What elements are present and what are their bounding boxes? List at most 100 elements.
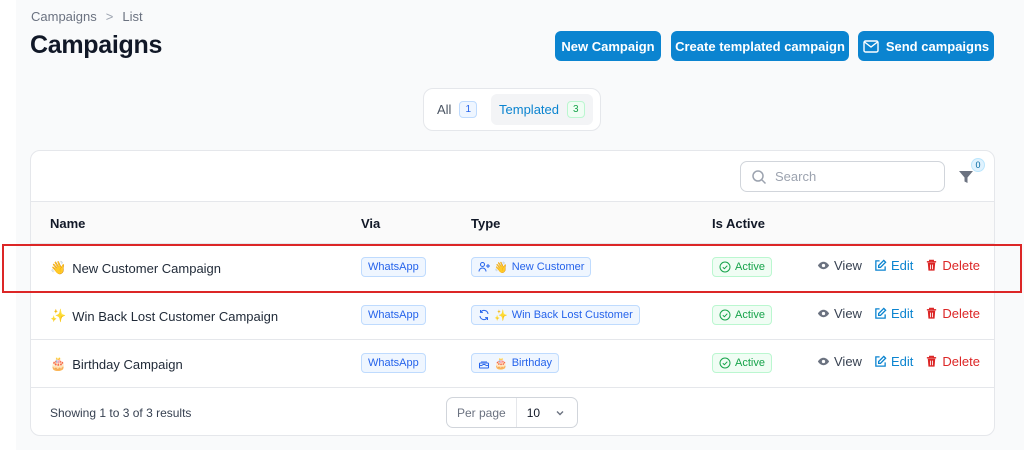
- pagination-summary: Showing 1 to 3 of 3 results: [50, 406, 192, 420]
- tab-all[interactable]: All 1: [429, 94, 485, 125]
- page-title: Campaigns: [30, 31, 163, 59]
- view-label: View: [834, 354, 862, 369]
- filter-button[interactable]: 0: [956, 158, 985, 187]
- status-badge: Active: [712, 257, 772, 277]
- edit-label: Edit: [890, 354, 914, 369]
- status-label: Active: [735, 357, 765, 369]
- eye-icon: [817, 309, 830, 318]
- per-page-select[interactable]: Per page 10: [446, 397, 578, 428]
- create-templated-campaign-button[interactable]: Create templated campaign: [671, 31, 849, 61]
- type-emoji: 🎂: [494, 357, 508, 370]
- send-campaigns-label: Send campaigns: [885, 38, 990, 54]
- via-badge: WhatsApp: [361, 353, 426, 373]
- column-header-name[interactable]: Name: [50, 216, 85, 231]
- edit-label: Edit: [890, 258, 914, 273]
- column-header-via[interactable]: Via: [361, 216, 380, 231]
- campaign-name-cell: ✨ Win Back Lost Customer Campaign: [50, 308, 278, 324]
- table-header: Name Via Type Is Active: [31, 202, 994, 244]
- search-icon: [752, 169, 767, 184]
- view-label: View: [834, 258, 862, 273]
- edit-button[interactable]: Edit: [874, 306, 913, 321]
- trash-icon: [927, 307, 937, 319]
- table-row: 👋 New Customer Campaign WhatsApp 👋 New C…: [31, 244, 994, 292]
- campaign-name: New Customer Campaign: [72, 260, 222, 276]
- refresh-icon: [479, 309, 489, 321]
- tab-templated-label: Templated: [499, 102, 559, 117]
- edit-button[interactable]: Edit: [874, 354, 913, 369]
- type-emoji: ✨: [494, 309, 508, 322]
- search-input[interactable]: [775, 169, 925, 184]
- filter-count-badge: 0: [971, 158, 985, 172]
- send-campaigns-button[interactable]: Send campaigns: [858, 31, 994, 61]
- table-toolbar: 0: [31, 151, 994, 202]
- type-badge: 🎂 Birthday: [471, 353, 560, 373]
- status-label: Active: [735, 309, 765, 321]
- type-badge: ✨ Win Back Lost Customer: [471, 305, 640, 325]
- row-actions: View Edit Delete: [817, 354, 980, 369]
- tab-templated[interactable]: Templated 3: [491, 94, 593, 125]
- funnel-icon: [959, 171, 973, 183]
- campaign-name-cell: 👋 New Customer Campaign: [50, 260, 221, 276]
- campaigns-table-card: 0 Name Via Type Is Active 👋 New Customer…: [30, 150, 995, 436]
- delete-button[interactable]: Delete: [925, 258, 980, 273]
- view-button[interactable]: View: [817, 354, 862, 369]
- tab-all-label: All: [437, 102, 452, 117]
- new-campaign-button[interactable]: New Campaign: [555, 31, 661, 61]
- table-row: 🎂 Birthday Campaign WhatsApp 🎂 Birthday …: [31, 340, 994, 388]
- delete-label: Delete: [942, 354, 980, 369]
- campaign-emoji: 👋: [50, 260, 67, 275]
- check-circle-icon: [719, 357, 731, 369]
- column-header-is-active[interactable]: Is Active: [712, 216, 765, 231]
- table-row: ✨ Win Back Lost Customer Campaign WhatsA…: [31, 292, 994, 340]
- campaign-name: Birthday Campaign: [72, 356, 183, 372]
- per-page-dropdown[interactable]: 10: [517, 406, 577, 420]
- trash-icon: [927, 259, 937, 271]
- pencil-square-icon: [875, 355, 887, 367]
- tab-templated-count: 3: [567, 101, 585, 118]
- column-header-type[interactable]: Type: [471, 216, 500, 231]
- eye-icon: [817, 261, 830, 270]
- campaign-emoji: 🎂: [50, 356, 67, 371]
- row-actions: View Edit Delete: [817, 258, 980, 273]
- campaign-emoji: ✨: [50, 308, 67, 323]
- edit-button[interactable]: Edit: [874, 258, 913, 273]
- per-page-label: Per page: [447, 398, 517, 427]
- breadcrumb-current: List: [122, 9, 143, 24]
- breadcrumb-campaigns-link[interactable]: Campaigns: [31, 9, 97, 24]
- trash-icon: [927, 355, 937, 367]
- check-circle-icon: [719, 309, 731, 321]
- pencil-square-icon: [875, 259, 887, 271]
- type-label: Birthday: [511, 357, 553, 369]
- view-button[interactable]: View: [817, 306, 862, 321]
- status-badge: Active: [712, 353, 772, 373]
- campaign-name-cell: 🎂 Birthday Campaign: [50, 356, 183, 372]
- breadcrumb: Campaigns > List: [31, 9, 143, 24]
- delete-button[interactable]: Delete: [925, 354, 980, 369]
- envelope-icon: [863, 39, 879, 53]
- per-page-value: 10: [526, 405, 541, 420]
- chevron-down-icon: [556, 410, 564, 415]
- campaign-tabs: All 1 Templated 3: [423, 88, 601, 131]
- via-badge: WhatsApp: [361, 257, 426, 277]
- user-plus-icon: [478, 262, 490, 272]
- type-label: Win Back Lost Customer: [511, 309, 633, 321]
- via-badge: WhatsApp: [361, 305, 426, 325]
- campaign-name: Win Back Lost Customer Campaign: [72, 308, 279, 324]
- table-footer: Showing 1 to 3 of 3 results Per page 10: [31, 388, 994, 435]
- type-badge: 👋 New Customer: [471, 257, 592, 277]
- delete-label: Delete: [942, 306, 980, 321]
- eye-icon: [817, 357, 830, 366]
- status-label: Active: [735, 261, 765, 273]
- check-circle-icon: [719, 261, 731, 273]
- tab-all-count: 1: [459, 101, 478, 118]
- type-label: New Customer: [511, 261, 585, 273]
- row-actions: View Edit Delete: [817, 306, 980, 321]
- cake-icon: [479, 361, 489, 369]
- type-emoji: 👋: [494, 261, 508, 274]
- search-box: [740, 161, 945, 192]
- chevron-right-icon: >: [105, 9, 114, 24]
- view-button[interactable]: View: [817, 258, 862, 273]
- edit-label: Edit: [890, 306, 914, 321]
- delete-button[interactable]: Delete: [925, 306, 980, 321]
- delete-label: Delete: [942, 258, 980, 273]
